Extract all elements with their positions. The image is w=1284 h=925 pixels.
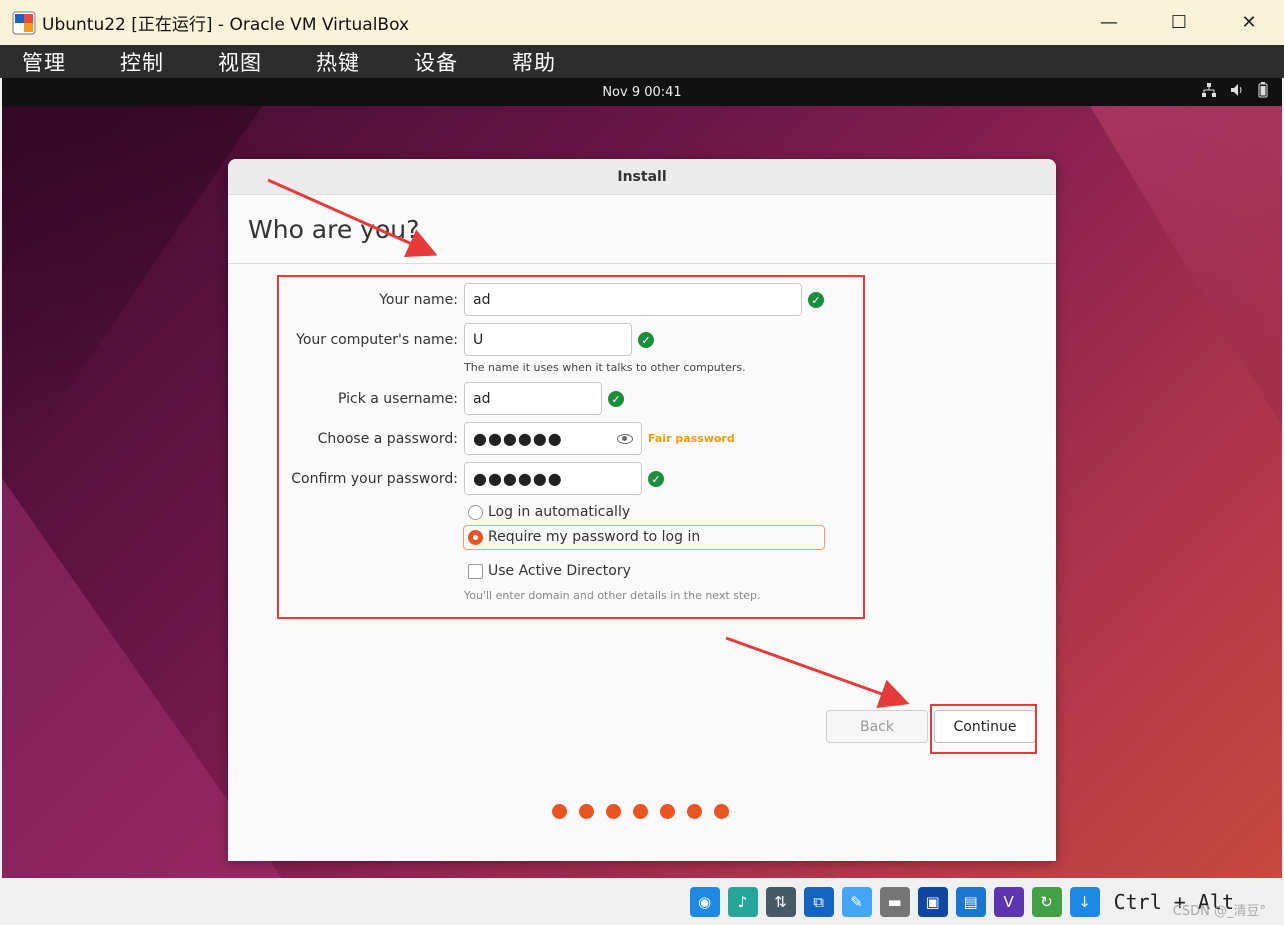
menu-view[interactable]: 视图	[208, 47, 272, 77]
window-title: Ubuntu22 [正在运行] - Oracle VM VirtualBox	[42, 15, 410, 35]
network-icon[interactable]	[1202, 83, 1216, 101]
menu-hotkeys[interactable]: 热键	[306, 47, 370, 77]
maximize-button[interactable]: ☐	[1144, 0, 1214, 45]
volume-icon[interactable]	[1230, 83, 1244, 101]
cpu-icon[interactable]: V	[993, 886, 1024, 917]
menu-devices[interactable]: 设备	[404, 47, 468, 77]
back-button[interactable]: Back	[826, 710, 928, 743]
screen-capture-icon[interactable]: ▤	[955, 886, 986, 917]
progress-dot	[714, 804, 729, 819]
dialog-title: Install	[617, 168, 667, 185]
menu-manage[interactable]: 管理	[12, 47, 76, 77]
progress-dot	[552, 804, 567, 819]
audio-icon[interactable]: ♪	[727, 886, 758, 917]
window-titlebar: Ubuntu22 [正在运行] - Oracle VM VirtualBox —…	[0, 0, 1284, 45]
divider	[228, 263, 1056, 264]
dialog-header: Install	[228, 159, 1056, 195]
mouse-integration-icon[interactable]: ↻	[1031, 886, 1062, 917]
close-button[interactable]: ✕	[1214, 0, 1284, 45]
menubar: 管理 控制 视图 热键 设备 帮助	[0, 45, 1284, 78]
menu-help[interactable]: 帮助	[502, 47, 566, 77]
annotation-box-form	[277, 275, 865, 619]
usb-icon[interactable]: ⧉	[803, 886, 834, 917]
guest-topbar: Nov 9 00:41	[2, 78, 1282, 106]
folder-icon[interactable]: ▬	[879, 886, 910, 917]
display-icon[interactable]: ▣	[917, 886, 948, 917]
battery-icon[interactable]	[1258, 82, 1268, 102]
progress-dot	[579, 804, 594, 819]
annotation-box-continue	[930, 704, 1037, 754]
progress-dot	[687, 804, 702, 819]
watermark: CSDN @_清豆°	[1172, 904, 1266, 919]
clock[interactable]: Nov 9 00:41	[602, 85, 681, 100]
shared-folder-icon[interactable]: ✎	[841, 886, 872, 917]
progress-dot	[606, 804, 621, 819]
menu-control[interactable]: 控制	[110, 47, 174, 77]
progress-dot	[660, 804, 675, 819]
virtualbox-icon	[12, 11, 36, 35]
vm-statusbar: ◉ ♪ ⇅ ⧉ ✎ ▬ ▣ ▤ V ↻ ↓ Ctrl + Alt CSDN @_…	[0, 878, 1284, 925]
keyboard-capture-icon[interactable]: ↓	[1069, 886, 1100, 917]
page-heading: Who are you?	[248, 215, 420, 244]
network-adapter-icon[interactable]: ⇅	[765, 886, 796, 917]
optical-disk-icon[interactable]: ◉	[689, 886, 720, 917]
progress-dots	[552, 804, 729, 819]
progress-dot	[633, 804, 648, 819]
minimize-button[interactable]: —	[1074, 0, 1144, 45]
